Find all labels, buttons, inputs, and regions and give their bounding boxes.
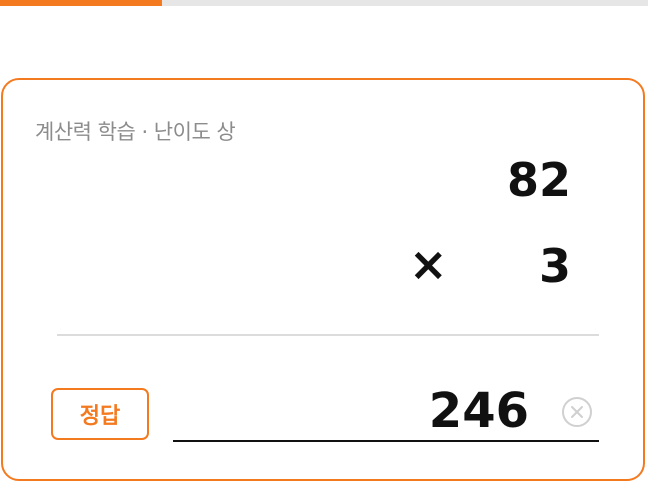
operand-bottom: 3 — [538, 239, 571, 293]
problem-subtitle: 계산력 학습 · 난이도 상 — [35, 120, 236, 144]
answer-button[interactable]: 정답 — [51, 388, 149, 440]
progress-bar-fill — [0, 0, 162, 6]
calculation-divider — [57, 334, 599, 336]
progress-bar — [0, 0, 648, 6]
clear-circle-x-icon[interactable] — [561, 396, 593, 428]
problem-card: 계산력 학습 · 난이도 상 82 × 3 정답 246 — [1, 78, 645, 481]
answer-input[interactable]: 246 — [173, 380, 599, 442]
operand-top: 82 — [506, 153, 571, 207]
answer-input-value: 246 — [428, 383, 529, 439]
multiply-operator: × — [409, 237, 448, 291]
